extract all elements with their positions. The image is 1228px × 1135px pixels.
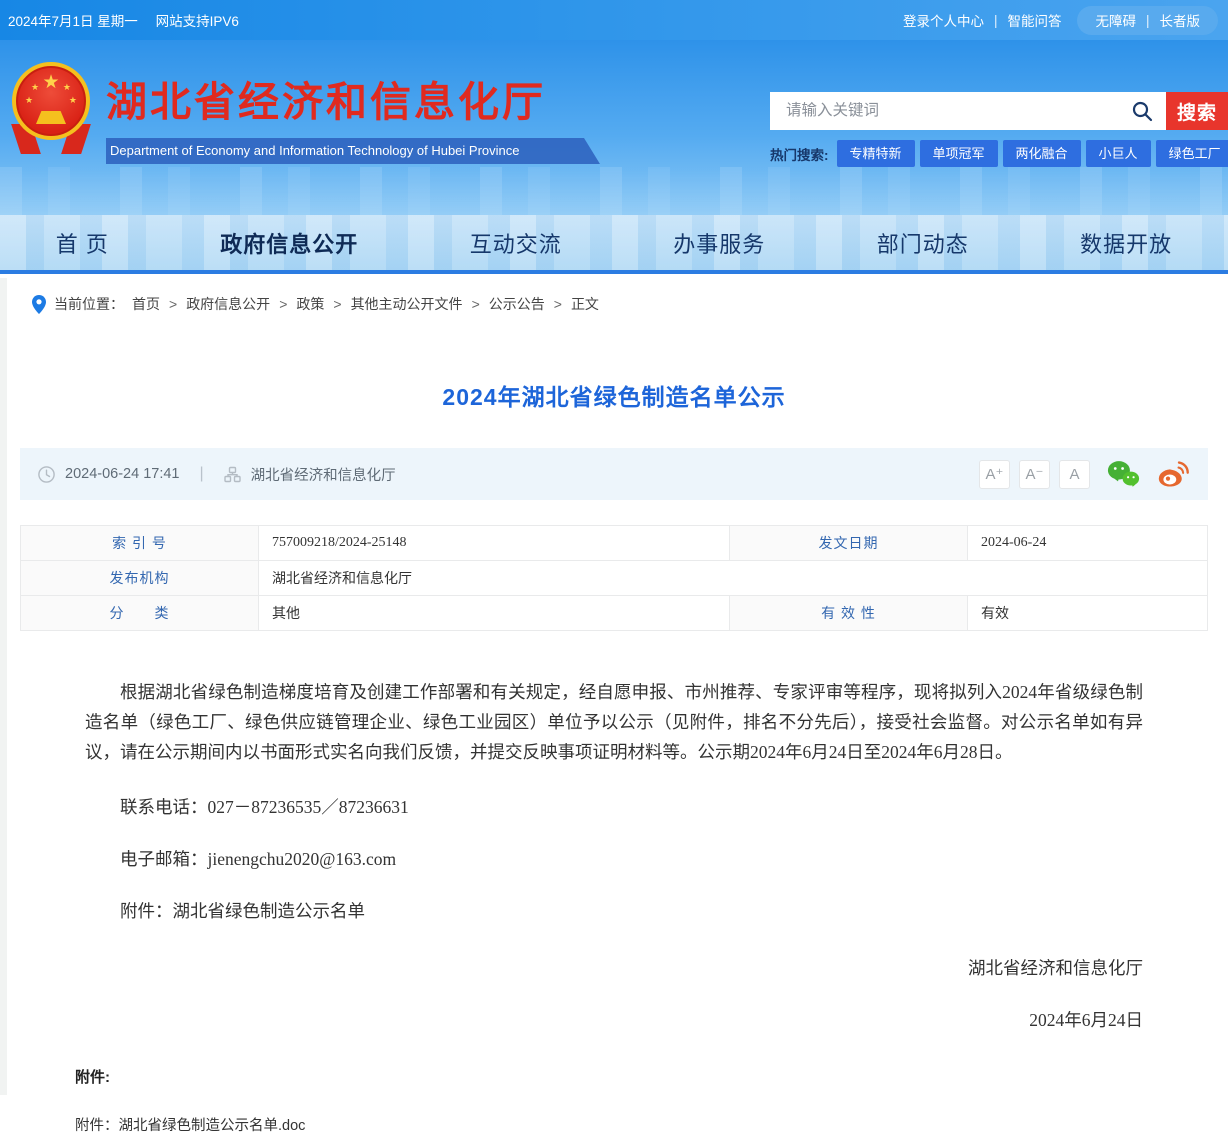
national-emblem-logo: ★ ★★ ★★ [8, 54, 94, 172]
site-brand[interactable]: ★ ★★ ★★ 湖北省经济和信息化厅 Department of Economy… [8, 54, 600, 172]
site-subtitle-banner: Department of Economy and Information Te… [106, 138, 600, 164]
attachment-doc-link[interactable]: 附件：湖北省绿色制造公示名单.doc [75, 1114, 305, 1135]
breadcrumb: 当前位置： 首页 > 政府信息公开 > 政策 > 其他主动公开文件 > 公示公告… [0, 274, 1228, 334]
site-header: ★ ★★ ★★ 湖北省经济和信息化厅 Department of Economy… [0, 40, 1228, 215]
search-area: 搜索 热门搜索: 专精特新 单项冠军 两化融合 小巨人 绿色工厂 [770, 92, 1228, 167]
breadcrumb-separator: > [333, 296, 341, 312]
breadcrumb-separator: > [472, 296, 480, 312]
validity-label: 有 效 性 [730, 596, 968, 631]
breadcrumb-separator: > [554, 296, 562, 312]
publish-time: 2024-06-24 17:41 [65, 466, 180, 482]
page-title: 2024年湖北省绿色制造名单公示 [0, 378, 1228, 412]
search-box: 搜索 [770, 92, 1228, 130]
breadcrumb-label: 当前位置： [54, 294, 124, 314]
table-row: 分 类 其他 有 效 性 有效 [21, 596, 1208, 631]
elder-version-link[interactable]: 长者版 [1160, 10, 1201, 30]
search-input[interactable] [770, 92, 1166, 130]
contact-phone-line: 联系电话：027－87236535／87236631 [85, 794, 1143, 819]
breadcrumb-current: 正文 [571, 294, 599, 314]
signature-organization: 湖北省经济和信息化厅 [85, 955, 1143, 980]
contact-email-line: 电子邮箱：jienengchu2020@163.com [85, 846, 1143, 871]
hot-search-tag-2[interactable]: 单项冠军 [920, 140, 998, 167]
topbar-right: 登录个人中心 | 智能问答 无障碍 | 长者版 [903, 6, 1218, 35]
article-body: 根据湖北省绿色制造梯度培育及创建工作部署和有关规定，经自愿申报、市州推荐、专家评… [85, 677, 1143, 1032]
brand-text: 湖北省经济和信息化厅 Department of Economy and Inf… [106, 54, 600, 172]
article-meta-bar: 2024-06-24 17:41 | 湖北省经济和信息化厅 A⁺ A⁻ A [20, 448, 1208, 500]
article-meta-right: A⁺ A⁻ A [979, 459, 1190, 489]
ipv6-label: 网站支持IPV6 [156, 14, 239, 29]
breadcrumb-gov-info[interactable]: 政府信息公开 [186, 294, 270, 314]
attachments-section: 附件: 附件：湖北省绿色制造公示名单.doc [75, 1066, 1153, 1135]
nav-item-home[interactable]: 首 页 [56, 227, 109, 259]
site-title: 湖北省经济和信息化厅 [106, 68, 600, 128]
table-row: 发布机构 湖北省经济和信息化厅 [21, 561, 1208, 596]
meta-divider: | [200, 465, 204, 483]
topbar-left: 2024年7月1日 星期一 网站支持IPV6 [8, 10, 253, 30]
nav-item-dept-news[interactable]: 部门动态 [877, 227, 969, 259]
issue-date-label: 发文日期 [730, 526, 968, 561]
current-date: 2024年7月1日 星期一 [8, 14, 138, 29]
attachment-reference-line: 附件：湖北省绿色制造公示名单 [85, 898, 1143, 923]
login-personal-center-link[interactable]: 登录个人中心 [903, 10, 984, 30]
index-number-value: 757009218/2024-25148 [259, 526, 730, 561]
nav-item-open-data[interactable]: 数据开放 [1080, 227, 1172, 259]
issue-date-value: 2024-06-24 [968, 526, 1208, 561]
nav-item-services[interactable]: 办事服务 [673, 227, 765, 259]
hot-search-row: 热门搜索: 专精特新 单项冠军 两化融合 小巨人 绿色工厂 [770, 140, 1228, 167]
wechat-share-icon[interactable] [1107, 459, 1140, 489]
breadcrumb-announcements[interactable]: 公示公告 [489, 294, 545, 314]
map-pin-icon [32, 295, 46, 314]
attachments-heading: 附件: [75, 1066, 1153, 1087]
sitemap-icon [224, 466, 241, 483]
search-icon[interactable] [1130, 99, 1154, 123]
font-increase-button[interactable]: A⁺ [979, 460, 1010, 489]
publisher-value: 湖北省经济和信息化厅 [259, 561, 1208, 596]
hot-search-tag-4[interactable]: 小巨人 [1086, 140, 1151, 167]
document-meta-table: 索 引 号 757009218/2024-25148 发文日期 2024-06-… [20, 525, 1208, 631]
signature-date: 2024年6月24日 [85, 1007, 1143, 1032]
hot-search-label: 热门搜索: [770, 144, 829, 164]
category-label: 分 类 [21, 596, 259, 631]
accessibility-pill: 无障碍 | 长者版 [1077, 6, 1218, 35]
topbar-divider: | [994, 13, 998, 28]
category-value: 其他 [259, 596, 730, 631]
weibo-share-icon[interactable] [1157, 459, 1190, 489]
breadcrumb-other-docs[interactable]: 其他主动公开文件 [351, 294, 463, 314]
clock-icon [38, 466, 55, 483]
hot-search-tag-5[interactable]: 绿色工厂 [1156, 140, 1228, 167]
nav-item-interaction[interactable]: 互动交流 [470, 227, 562, 259]
table-row: 索 引 号 757009218/2024-25148 发文日期 2024-06-… [21, 526, 1208, 561]
font-reset-button[interactable]: A [1059, 460, 1090, 489]
left-gutter [0, 278, 7, 1095]
breadcrumb-separator: > [169, 296, 177, 312]
article-source: 湖北省经济和信息化厅 [251, 464, 396, 485]
hot-search-tag-3[interactable]: 两化融合 [1003, 140, 1081, 167]
index-number-label: 索 引 号 [21, 526, 259, 561]
publisher-label: 发布机构 [21, 561, 259, 596]
breadcrumb-home[interactable]: 首页 [132, 294, 160, 314]
smart-qa-link[interactable]: 智能问答 [1007, 10, 1061, 30]
breadcrumb-policy[interactable]: 政策 [296, 294, 324, 314]
validity-value: 有效 [968, 596, 1208, 631]
article-meta-left: 2024-06-24 17:41 | 湖北省经济和信息化厅 [38, 464, 396, 485]
breadcrumb-separator: > [279, 296, 287, 312]
hot-search-tag-1[interactable]: 专精特新 [837, 140, 915, 167]
topbar: 2024年7月1日 星期一 网站支持IPV6 登录个人中心 | 智能问答 无障碍… [0, 0, 1228, 40]
main-nav: 首 页 政府信息公开 互动交流 办事服务 部门动态 数据开放 [0, 215, 1228, 274]
article-paragraph: 根据湖北省绿色制造梯度培育及创建工作部署和有关规定，经自愿申报、市州推荐、专家评… [85, 677, 1143, 767]
font-decrease-button[interactable]: A⁻ [1019, 460, 1050, 489]
nav-item-gov-info[interactable]: 政府信息公开 [220, 227, 358, 259]
pill-divider: | [1146, 13, 1150, 28]
accessibility-link[interactable]: 无障碍 [1095, 10, 1136, 30]
search-button[interactable]: 搜索 [1166, 92, 1228, 130]
